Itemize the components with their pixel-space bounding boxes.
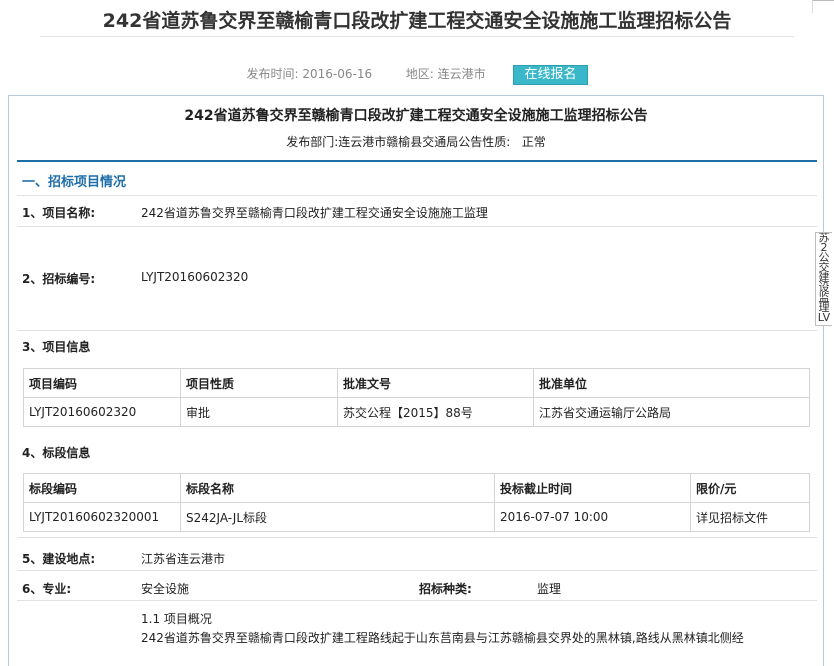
notice-title: 242省道苏鲁交界至赣榆青口段改扩建工程交通安全设施施工监理招标公告 — [184, 108, 648, 124]
table-row: LYJT20160602320001 S242JA-JL标段 2016-07-0… — [23, 502, 810, 532]
table-header-cell: 项目性质 — [180, 368, 338, 398]
row-divider — [17, 195, 817, 196]
nature-value: 正常 — [521, 135, 546, 149]
table-cell: 江苏省交通运输厅公路局 — [533, 397, 810, 427]
table-header-cell: 批准单位 — [533, 368, 810, 398]
table-cell: LYJT20160602320001 — [23, 502, 181, 532]
specialty-label: 6、专业: — [22, 582, 72, 596]
publish-meta: 发布时间: 2016-06-16 地区: 连云港市 在线报名 — [0, 64, 834, 85]
bid-type-label: 招标种类: — [419, 582, 472, 596]
section-divider — [17, 160, 817, 162]
dept-label: 发布部门: — [286, 135, 339, 149]
publish-date: 2016-06-16 — [302, 67, 373, 81]
table-header-cell: 标段名称 — [180, 473, 495, 503]
specialty-value: 安全设施 — [141, 582, 190, 596]
notice-frame: 242省道苏鲁交界至赣榆青口段改扩建工程交通安全设施施工监理招标公告 发布部门:… — [8, 95, 824, 666]
section-info-table: 标段编码 标段名称 投标截止时间 限价/元 LYJT20160602320001… — [23, 473, 810, 532]
overview-text: 242省道苏鲁交界至赣榆青口段改扩建工程路线起于山东莒南县与江苏赣榆县交界处的黑… — [141, 631, 744, 645]
location-label: 5、建设地点: — [22, 552, 96, 566]
side-floating-tab[interactable]: 苏2公交建设监理LV — [815, 232, 832, 326]
dept-value: 连云港市赣榆县交通局 — [338, 135, 459, 149]
table-cell: 详见招标文件 — [690, 502, 810, 532]
row-divider — [17, 600, 817, 601]
bid-number-value: LYJT20160602320 — [141, 270, 249, 284]
bid-number-label: 2、招标编号: — [22, 272, 96, 286]
online-signup-button[interactable]: 在线报名 — [513, 64, 588, 85]
row-divider — [17, 537, 817, 538]
nature-label: 公告性质: — [458, 135, 511, 149]
notice-dept-line: 发布部门:连云港市赣榆县交通局公告性质: 正常 — [9, 133, 823, 151]
table-header-row: 项目编码 项目性质 批准文号 批准单位 — [23, 368, 810, 398]
project-name-label: 1、项目名称: — [22, 206, 96, 220]
table-cell: LYJT20160602320 — [23, 397, 181, 427]
location-value: 江苏省连云港市 — [141, 552, 226, 566]
region-label: 地区: — [405, 67, 434, 81]
overview-heading: 1.1 项目概况 — [141, 612, 212, 626]
row-divider — [17, 330, 817, 331]
table-cell: S242JA-JL标段 — [180, 502, 495, 532]
table-header-cell: 批准文号 — [337, 368, 534, 398]
section-info-label: 4、标段信息 — [22, 446, 91, 460]
row-divider — [17, 226, 817, 227]
project-info-table: 项目编码 项目性质 批准文号 批准单位 LYJT20160602320 审批 苏… — [23, 368, 810, 427]
page-title: 242省道苏鲁交界至赣榆青口段改扩建工程交通安全设施施工监理招标公告 — [102, 10, 732, 32]
project-info-label: 3、项目信息 — [22, 340, 91, 354]
table-cell: 苏交公程【2015】88号 — [337, 397, 534, 427]
table-header-row: 标段编码 标段名称 投标截止时间 限价/元 — [23, 473, 810, 503]
table-row: LYJT20160602320 审批 苏交公程【2015】88号 江苏省交通运输… — [23, 397, 810, 427]
table-header-cell: 项目编码 — [23, 368, 181, 398]
region-value: 连云港市 — [437, 67, 486, 81]
table-cell: 2016-07-07 10:00 — [494, 502, 691, 532]
section-heading: 一、招标项目情况 — [22, 175, 127, 190]
corner-decoration — [812, 0, 834, 13]
row-divider — [17, 570, 817, 571]
title-divider — [40, 36, 794, 37]
table-header-cell: 限价/元 — [690, 473, 810, 503]
table-header-cell: 投标截止时间 — [494, 473, 691, 503]
table-cell: 审批 — [180, 397, 338, 427]
publish-label: 发布时间: — [246, 67, 299, 81]
project-name-value: 242省道苏鲁交界至赣榆青口段改扩建工程交通安全设施施工监理 — [141, 206, 488, 220]
bid-type-value: 监理 — [537, 582, 562, 596]
table-header-cell: 标段编码 — [23, 473, 181, 503]
